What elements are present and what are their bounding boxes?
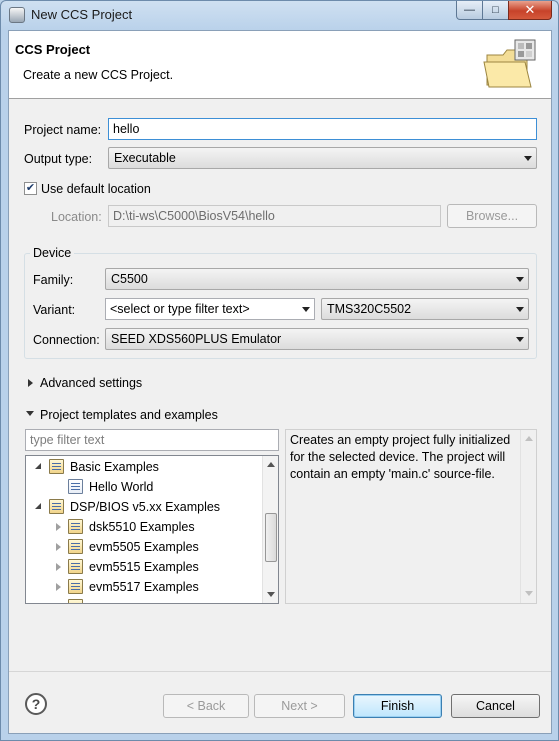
templates-toggle[interactable]: Project templates and examples <box>40 408 218 422</box>
family-value: C5500 <box>111 272 148 286</box>
tree-vertical-scrollbar[interactable] <box>262 456 278 603</box>
minimize-button[interactable]: — <box>456 1 483 20</box>
page-title: CCS Project <box>15 42 91 57</box>
scrollbar-thumb[interactable] <box>265 513 277 562</box>
device-group-label: Device <box>30 246 75 260</box>
use-default-location-checkbox[interactable]: ✔ <box>24 182 37 195</box>
template-folder-icon <box>68 519 83 534</box>
caption-buttons: — □ ✕ <box>456 1 552 21</box>
template-folder-icon <box>68 599 83 603</box>
scroll-up-icon[interactable] <box>525 436 533 441</box>
collapse-icon[interactable] <box>35 463 41 469</box>
back-button[interactable]: < Back <box>163 694 249 718</box>
title-bar[interactable]: New CCS Project — □ ✕ <box>1 1 558 29</box>
template-folder-icon <box>68 559 83 574</box>
next-button[interactable]: Next > <box>254 694 345 718</box>
app-icon <box>9 7 25 23</box>
expand-down-icon[interactable] <box>26 411 34 416</box>
template-description-text: Creates an empty project fully initializ… <box>290 433 511 481</box>
expand-icon[interactable] <box>56 583 61 591</box>
tree-item-label: Basic Examples <box>70 460 159 474</box>
project-name-label: Project name: <box>24 123 102 137</box>
finish-button[interactable]: Finish <box>353 694 442 718</box>
template-folder-icon <box>49 459 64 474</box>
variant-value: TMS320C5502 <box>327 302 412 316</box>
window-title: New CCS Project <box>31 7 133 22</box>
template-folder-icon <box>49 499 64 514</box>
footer-divider <box>9 671 551 672</box>
location-label: Location: <box>51 210 102 224</box>
cancel-button[interactable]: Cancel <box>451 694 540 718</box>
maximize-button[interactable]: □ <box>482 1 509 20</box>
chevron-down-icon <box>516 277 524 282</box>
connection-value: SEED XDS560PLUS Emulator <box>111 332 282 346</box>
template-filter-input[interactable]: type filter text <box>25 429 279 451</box>
browse-button[interactable]: Browse... <box>447 204 537 228</box>
tree-item-label: evm5505 Examples <box>89 540 199 554</box>
help-icon[interactable]: ? <box>25 693 47 715</box>
variant-label: Variant: <box>33 303 76 317</box>
expand-icon[interactable] <box>56 563 61 571</box>
output-type-select[interactable]: Executable <box>108 147 537 169</box>
output-type-label: Output type: <box>24 152 93 166</box>
scroll-down-icon[interactable] <box>267 592 275 597</box>
chevron-down-icon <box>516 307 524 312</box>
template-folder-icon <box>68 579 83 594</box>
variant-filter-combo[interactable]: <select or type filter text> <box>105 298 315 320</box>
chevron-down-icon <box>524 156 532 161</box>
tree-item-label: dsk5510 Examples <box>89 520 195 534</box>
expand-right-icon[interactable] <box>28 379 33 387</box>
tree-item-label: Hello World <box>89 480 154 494</box>
tree-item-label: DSP/BIOS v5.xx Examples <box>70 500 221 514</box>
template-folder-icon <box>68 539 83 554</box>
scroll-up-icon[interactable] <box>267 462 275 467</box>
variant-select[interactable]: TMS320C5502 <box>321 298 529 320</box>
connection-select[interactable]: SEED XDS560PLUS Emulator <box>105 328 529 350</box>
project-folder-icon <box>483 39 536 88</box>
connection-label: Connection: <box>33 333 100 347</box>
collapse-icon[interactable] <box>35 503 41 509</box>
location-input[interactable]: D:\ti-ws\C5000\BiosV54\hello <box>108 205 441 227</box>
wizard-banner: CCS Project Create a new CCS Project. <box>9 31 551 99</box>
templates-tree: Basic Examples Hello World DSP/BIOS v5.x… <box>25 455 279 604</box>
family-label: Family: <box>33 273 74 287</box>
tree-item-label: evm5517 Examples <box>89 580 199 594</box>
scroll-down-icon[interactable] <box>525 591 533 596</box>
variant-filter-text: <select or type filter text> <box>110 302 250 316</box>
output-type-value: Executable <box>114 151 176 165</box>
template-description-panel: Creates an empty project fully initializ… <box>285 429 537 604</box>
advanced-settings-toggle[interactable]: Advanced settings <box>40 376 142 390</box>
chevron-down-icon[interactable] <box>302 307 310 312</box>
description-vertical-scrollbar[interactable] <box>520 430 536 603</box>
close-button[interactable]: ✕ <box>508 1 552 20</box>
project-name-input[interactable]: hello <box>108 118 537 140</box>
page-description: Create a new CCS Project. <box>23 68 174 82</box>
template-item-icon <box>68 479 83 494</box>
new-ccs-project-window: New CCS Project — □ ✕ CCS Project Create… <box>0 0 559 741</box>
expand-icon[interactable] <box>56 543 61 551</box>
chevron-down-icon <box>516 337 524 342</box>
family-select[interactable]: C5500 <box>105 268 529 290</box>
use-default-location-label: Use default location <box>41 182 151 196</box>
dialog-client-area: CCS Project Create a new CCS Project. Pr… <box>8 30 552 734</box>
tree-item-label: evm5515 Examples <box>89 560 199 574</box>
expand-icon[interactable] <box>56 523 61 531</box>
